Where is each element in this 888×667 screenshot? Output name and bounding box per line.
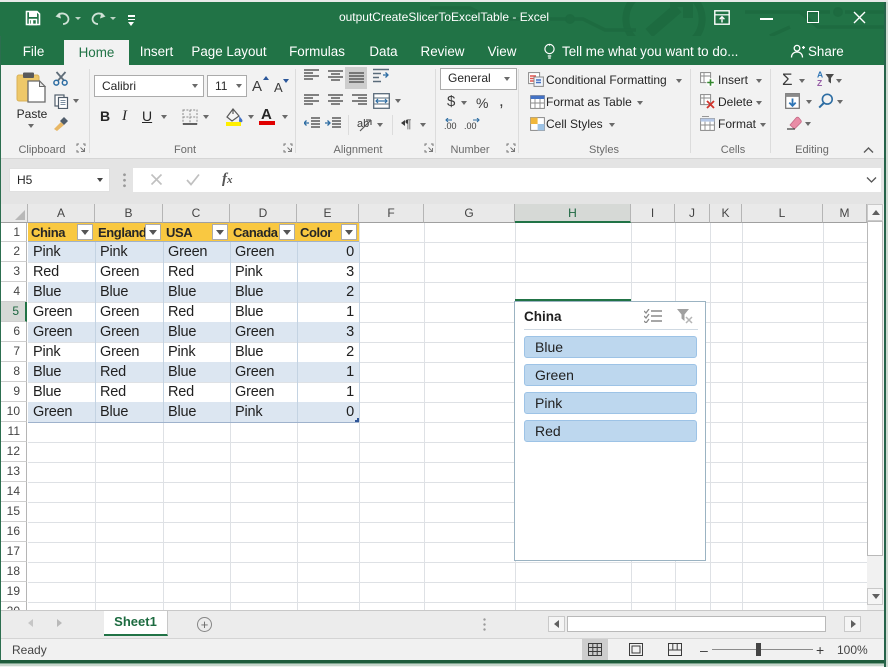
- svg-text:.00: .00: [464, 121, 477, 130]
- svg-text:Z: Z: [817, 78, 822, 87]
- svg-text:.00: .00: [444, 121, 457, 130]
- svg-text:¶: ¶: [405, 117, 411, 130]
